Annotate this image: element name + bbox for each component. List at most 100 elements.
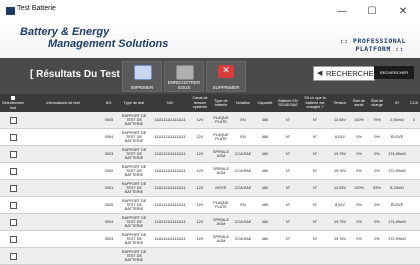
search-input[interactable]: ◀ RECHERCHER bbox=[313, 66, 379, 81]
cell-notation: EN bbox=[240, 117, 246, 122]
row-select[interactable] bbox=[0, 214, 26, 230]
table-row[interactable]: 0004 RAPPORT DE TEST DE BATTERIE 111111111… bbox=[0, 129, 420, 145]
cell-niv: 11111111111111111 bbox=[154, 151, 186, 156]
brand-line-1: Battery & Energy bbox=[20, 26, 110, 38]
save-icon bbox=[176, 65, 194, 80]
cell-soh: 0% bbox=[356, 168, 362, 173]
cell-info[interactable] bbox=[26, 163, 100, 179]
cell-info[interactable] bbox=[26, 180, 100, 196]
cell-info[interactable] bbox=[26, 248, 100, 264]
search-button[interactable]: RECHERCHER bbox=[374, 66, 414, 79]
row-select[interactable] bbox=[0, 129, 26, 145]
cell-soh: 100% bbox=[354, 185, 364, 190]
print-button[interactable]: IMPRIMER bbox=[122, 61, 162, 92]
cell-notation: EN bbox=[240, 134, 246, 139]
table-row[interactable]: 0003 RAPPORT DE TEST DE BATTERIE 111111111… bbox=[0, 231, 420, 247]
row-checkbox[interactable] bbox=[9, 167, 17, 175]
row-checkbox[interactable] bbox=[9, 252, 17, 260]
table-row[interactable]: 0003 RAPPORT DE TEST DE BATTERIE 111111111… bbox=[0, 146, 420, 162]
cell-niv: 11111111111111111 bbox=[154, 202, 186, 207]
row-checkbox[interactable] bbox=[9, 150, 17, 158]
row-select[interactable] bbox=[0, 197, 26, 213]
cell-info[interactable] bbox=[26, 112, 100, 128]
delete-button[interactable]: ✕ SUPPRIMER bbox=[206, 61, 246, 92]
minimize-button[interactable]: — bbox=[331, 2, 353, 20]
cell-info[interactable] bbox=[26, 231, 100, 247]
table-row[interactable]: RAPPORT DE TEST DE BATTERIE bbox=[0, 248, 420, 264]
cell-tension: 12,55V bbox=[333, 185, 347, 190]
save-as-button[interactable]: ENREGISTRER SOUS bbox=[164, 61, 204, 92]
row-select[interactable] bbox=[0, 231, 26, 247]
cell-charged: N° bbox=[312, 185, 318, 190]
header-select-all[interactable]: Sélectionnez tout bbox=[0, 94, 26, 112]
cell-battery-type bbox=[210, 248, 232, 264]
page-title: [ Résultats Du Test ] bbox=[30, 69, 126, 80]
cell-niv: 11111111111111111 bbox=[154, 134, 186, 139]
cell-charged: N° bbox=[312, 134, 318, 139]
cell-voltage: 12V bbox=[196, 236, 204, 241]
header-info: Informations de test bbox=[46, 100, 80, 105]
delete-icon: ✕ bbox=[218, 65, 234, 78]
cell-capacity: 480 bbox=[261, 168, 269, 173]
row-checkbox[interactable] bbox=[9, 116, 17, 124]
cell-tension: 12,65V bbox=[333, 117, 347, 122]
header-voltage-channel: Canal de tension système bbox=[192, 96, 208, 110]
header-niv: NIV bbox=[166, 100, 174, 105]
cell-battery-standard: N° bbox=[285, 134, 291, 139]
cell-info[interactable] bbox=[26, 197, 100, 213]
printer-icon bbox=[134, 65, 152, 80]
cell-battery-type: SPIRALE AGM bbox=[212, 149, 230, 158]
row-checkbox[interactable] bbox=[9, 201, 17, 209]
cell-type: RAPPORT DE TEST DE BATTERIE bbox=[121, 198, 147, 212]
cell-battery-type: SPIRALE AGM bbox=[212, 217, 230, 226]
cell-cca bbox=[408, 231, 420, 247]
row-checkbox[interactable] bbox=[9, 218, 17, 226]
cell-cca bbox=[408, 214, 420, 230]
cell-info[interactable] bbox=[26, 146, 100, 162]
table-row[interactable]: 0004 RAPPORT DE TEST DE BATTERIE 111111111… bbox=[0, 214, 420, 230]
cell-voltage bbox=[190, 248, 210, 264]
close-button[interactable]: ✕ bbox=[392, 2, 414, 20]
row-checkbox[interactable] bbox=[9, 235, 17, 243]
cell-no: 0003 bbox=[104, 151, 114, 156]
cell-niv: 11111111111111111 bbox=[154, 219, 186, 224]
delete-label: SUPPRIMER bbox=[212, 85, 240, 90]
cell-type: RAPPORT DE TEST DE BATTERIE bbox=[121, 147, 147, 161]
cell-ir: 2,50mΩ bbox=[390, 117, 404, 122]
cell-notation: EN bbox=[240, 202, 246, 207]
table-row[interactable]: 0005 RAPPORT DE TEST DE BATTERIE 111111111… bbox=[0, 112, 420, 128]
cell-info[interactable] bbox=[26, 129, 100, 145]
cell-battery-standard: N° bbox=[285, 117, 291, 122]
cell-battery-standard bbox=[276, 248, 300, 264]
cell-charged: N° bbox=[312, 117, 318, 122]
cell-type: RAPPORT DE TEST DE BATTERIE bbox=[121, 113, 147, 127]
cell-battery-standard: N° bbox=[285, 236, 291, 241]
cell-soc: 0% bbox=[374, 168, 380, 173]
cell-info[interactable] bbox=[26, 214, 100, 230]
table-row[interactable]: 0005 RAPPORT DE TEST DE BATTERIE 111111111… bbox=[0, 197, 420, 213]
row-select[interactable] bbox=[0, 180, 26, 196]
row-checkbox[interactable] bbox=[9, 184, 17, 192]
cell-tension: 19,76V bbox=[333, 168, 347, 173]
cell-capacity: 480 bbox=[261, 117, 269, 122]
row-select[interactable] bbox=[0, 163, 26, 179]
table-row[interactable]: 0001 RAPPORT DE TEST DE BATTERIE 111111111… bbox=[0, 180, 420, 196]
table-row[interactable]: 0002 RAPPORT DE TEST DE BATTERIE 111111111… bbox=[0, 163, 420, 179]
cell-cca bbox=[408, 129, 420, 145]
cell-battery-standard: N° bbox=[285, 202, 291, 207]
header-notation: Notation bbox=[235, 100, 251, 105]
cell-notation: CCA/SAE bbox=[234, 219, 252, 224]
row-checkbox[interactable] bbox=[9, 133, 17, 141]
cell-tension: 8,51V bbox=[335, 202, 345, 207]
cell-cca bbox=[408, 146, 420, 162]
row-select[interactable] bbox=[0, 146, 26, 162]
select-all-checkbox[interactable] bbox=[11, 96, 15, 101]
row-select[interactable] bbox=[0, 248, 26, 264]
cell-type: RAPPORT DE TEST DE BATTERIE bbox=[121, 181, 147, 195]
cell-notation: CCA/SAE bbox=[234, 236, 252, 241]
maximize-button[interactable]: ☐ bbox=[361, 2, 383, 20]
cell-no: 0004 bbox=[104, 134, 114, 139]
cell-soc: 0% bbox=[374, 151, 380, 156]
cell-voltage: 12V bbox=[196, 185, 204, 190]
row-select[interactable] bbox=[0, 112, 26, 128]
